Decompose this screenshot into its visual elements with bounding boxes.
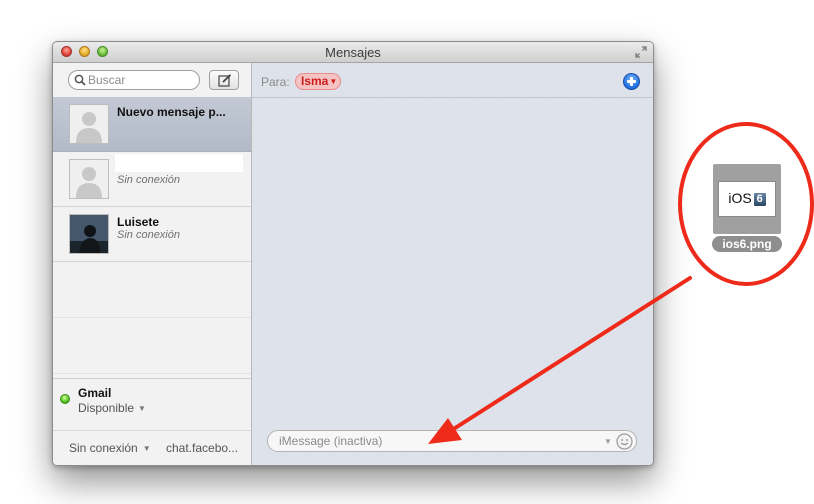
avatar-photo xyxy=(69,214,109,254)
message-input[interactable] xyxy=(267,430,637,452)
footer-status-selector[interactable]: Sin conexión ▼ xyxy=(69,441,151,455)
available-status-icon xyxy=(60,394,70,404)
person-icon xyxy=(76,167,102,198)
to-label: Para: xyxy=(261,75,290,89)
conversation-name: Nuevo mensaje p... xyxy=(117,105,226,119)
account-name: Gmail xyxy=(78,386,112,400)
search-field[interactable] xyxy=(68,70,200,90)
profile-photo xyxy=(70,215,108,253)
file-thumbnail-number: 6 xyxy=(753,193,766,206)
compose-icon xyxy=(218,74,232,87)
png-file-icon[interactable]: iOS 6 xyxy=(713,164,781,234)
chevron-down-icon: ▼ xyxy=(329,77,338,86)
file-thumbnail-label: iOS xyxy=(728,190,752,206)
recipient-bar: Para: Isma▼ xyxy=(252,63,653,98)
account-status-selector[interactable]: Disponible ▼ xyxy=(78,401,146,415)
redacted-name xyxy=(115,154,243,172)
conversation-list: Nuevo mensaje p... Sin conexión Luisete … xyxy=(53,97,251,374)
fullscreen-icon[interactable] xyxy=(635,46,647,58)
messages-window: Mensajes Buscar Nuevo mensaje p... Sin c… xyxy=(52,41,654,466)
conversation-item-luisete[interactable]: Luisete Sin conexión xyxy=(53,207,251,262)
chevron-down-icon: ▼ xyxy=(604,437,612,446)
chevron-down-icon: ▼ xyxy=(142,444,151,453)
conversation-status: Sin conexión xyxy=(117,174,180,186)
add-contact-button[interactable] xyxy=(623,73,640,90)
recipient-name: Isma xyxy=(301,74,329,88)
file-thumbnail-text: iOS 6 xyxy=(719,190,775,206)
conversation-item-hidden[interactable]: Sin conexión xyxy=(53,152,251,207)
account-gmail: Gmail Disponible ▼ xyxy=(53,378,251,419)
account-status-label: Disponible xyxy=(78,401,135,415)
search-icon xyxy=(74,74,86,86)
message-pane: Para: Isma▼ ▼ xyxy=(252,63,653,465)
conversation-status: Sin conexión xyxy=(117,229,180,241)
emoji-icon[interactable] xyxy=(615,432,634,451)
footer-account-label: chat.facebo... xyxy=(166,441,239,455)
search-input[interactable] xyxy=(88,72,194,88)
title-bar[interactable]: Mensajes xyxy=(53,42,653,63)
empty-row xyxy=(53,318,251,374)
chevron-down-icon: ▼ xyxy=(138,404,146,413)
empty-row xyxy=(53,262,251,318)
sidebar: Nuevo mensaje p... Sin conexión xyxy=(53,63,252,465)
sidebar-footer: Sin conexión ▼ chat.facebo... xyxy=(53,430,251,465)
conversation-item-new-message[interactable]: Nuevo mensaje p... xyxy=(53,97,251,152)
recipient-chip[interactable]: Isma▼ xyxy=(295,73,342,90)
window-title: Mensajes xyxy=(325,45,381,60)
avatar-placeholder xyxy=(69,159,109,199)
compose-button[interactable] xyxy=(209,70,239,90)
person-icon xyxy=(76,112,102,143)
file-thumbnail: iOS 6 xyxy=(718,181,776,217)
footer-status-label: Sin conexión xyxy=(69,441,138,455)
avatar-placeholder xyxy=(69,104,109,144)
conversation-name: Luisete xyxy=(117,215,160,229)
file-name-label: ios6.png xyxy=(712,236,782,252)
